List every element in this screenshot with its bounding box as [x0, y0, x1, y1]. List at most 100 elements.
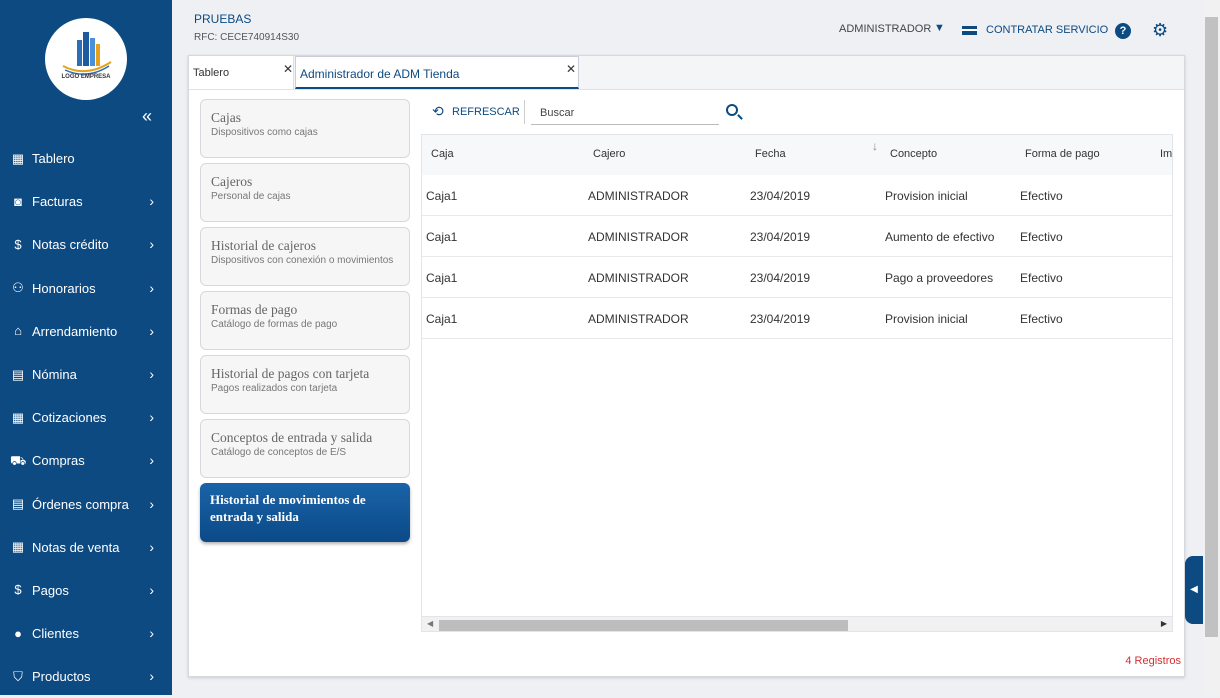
payroll-icon: ▤ — [11, 366, 25, 382]
table-row[interactable]: Caja1 ADMINISTRADOR 23/04/2019 Provision in… — [422, 175, 1172, 216]
chevron-right-icon: › — [149, 625, 154, 642]
sidebar-item-pagos[interactable]: $ Pagos › — [0, 569, 172, 612]
table-cell: ADMINISTRADOR — [588, 230, 689, 244]
refresh-button[interactable]: REFRESCAR — [452, 106, 520, 118]
menu-card[interactable]: Formas de pago Catálogo de formas de pago — [200, 291, 410, 350]
receipt-icon: ▦ — [11, 539, 25, 555]
table-cell: Caja1 — [426, 312, 458, 326]
menu-card[interactable]: Historial de movimientos de entrada y sa… — [200, 483, 410, 542]
sort-arrow-icon[interactable]: ↓ — [872, 139, 878, 153]
sidebar-item-notas-de-venta[interactable]: ▦ Notas de venta › — [0, 526, 172, 569]
menu-card-title: Conceptos de entrada y salida — [211, 430, 373, 445]
chevron-right-icon: › — [149, 365, 154, 382]
dashboard-icon: ▦ — [11, 150, 25, 166]
scroll-right-icon[interactable]: ▶ — [1161, 619, 1167, 628]
caret-down-icon[interactable]: ▼ — [934, 22, 945, 34]
collapse-sidebar-icon[interactable]: « — [142, 106, 152, 127]
horizontal-scrollbar[interactable]: ◀ ▶ — [422, 616, 1172, 631]
tab-bar: Tablero ✕ Administrador de ADM Tienda ✕ — [189, 56, 1184, 90]
menu-card-subtitle: Personal de cajas — [211, 191, 291, 202]
menu-card-title: Historial de cajeros — [211, 238, 316, 253]
column-header[interactable]: Im — [1160, 148, 1172, 160]
column-header[interactable]: Forma de pago — [1025, 148, 1100, 160]
table-cell: Aumento de efectivo — [885, 230, 995, 244]
sidebar: LOGO EMPRESA « ▦ Tablero ◙ Facturas › $ Notas … — [0, 0, 172, 695]
gear-icon[interactable]: ⚙ — [1152, 20, 1168, 41]
sidebar-item-arrendamiento[interactable]: ⌂ Arrendamiento › — [0, 310, 172, 353]
sidebar-item-label: Nómina — [32, 367, 77, 383]
sidebar-item-órdenes-compra[interactable]: ▤ Órdenes compra › — [0, 483, 172, 526]
table-cell: ADMINISTRADOR — [588, 271, 689, 285]
menu-card-subtitle: Catálogo de formas de pago — [211, 319, 338, 330]
menu-card[interactable]: Conceptos de entrada y salida Catálogo de… — [200, 419, 410, 478]
column-header[interactable]: Fecha — [755, 148, 786, 160]
record-count: 4 Registros — [1125, 655, 1181, 667]
main-panel: Tablero ✕ Administrador de ADM Tienda ✕ … — [188, 55, 1185, 677]
chevron-right-icon: › — [149, 538, 154, 555]
refresh-icon[interactable]: ⟲ — [432, 103, 444, 120]
menu-card-title: Cajas — [211, 110, 241, 125]
column-header[interactable]: Cajero — [593, 148, 625, 160]
sidebar-item-nómina[interactable]: ▤ Nómina › — [0, 353, 172, 396]
help-icon[interactable]: ? — [1115, 23, 1131, 39]
table-cell: Pago a proveedores — [885, 271, 994, 285]
credit-card-icon[interactable] — [962, 26, 977, 35]
logo-text: LOGO EMPRESA — [61, 74, 111, 80]
document-icon: ▤ — [11, 496, 25, 512]
tab-adm-tienda[interactable]: Administrador de ADM Tienda ✕ — [295, 56, 579, 89]
menu-card-title: Historial de pagos con tarjeta — [211, 366, 370, 381]
tab-tablero[interactable]: Tablero ✕ — [189, 56, 294, 89]
table-cell: ADMINISTRADOR — [588, 189, 689, 203]
table-row[interactable]: Caja1 ADMINISTRADOR 23/04/2019 Aumento de e… — [422, 216, 1172, 257]
sidebar-item-label: Honorarios — [32, 280, 96, 296]
chevron-right-icon: › — [149, 236, 154, 253]
sidebar-item-notas-crédito[interactable]: $ Notas crédito › — [0, 223, 172, 266]
side-panel-toggle[interactable]: ◀ — [1185, 556, 1203, 624]
sidebar-item-compras[interactable]: ⛟ Compras › — [0, 439, 172, 482]
table-cell: Provision inicial — [885, 312, 968, 326]
sidebar-item-label: Facturas — [32, 194, 83, 210]
sidebar-item-tablero[interactable]: ▦ Tablero — [0, 137, 172, 180]
scroll-thumb[interactable] — [1205, 17, 1218, 637]
table-cell: Caja1 — [426, 189, 458, 203]
contract-service-link[interactable]: CONTRATAR SERVICIO — [986, 24, 1108, 36]
credit-note-icon: $ — [14, 236, 22, 252]
menu-card[interactable]: Historial de cajeros Dispositivos con con… — [200, 227, 410, 286]
search-icon[interactable] — [726, 104, 738, 116]
user-menu[interactable]: ADMINISTRADOR — [839, 23, 931, 35]
sidebar-item-productos[interactable]: ⛉ Productos › — [0, 655, 172, 698]
menu-card[interactable]: Historial de pagos con tarjeta Pagos real… — [200, 355, 410, 414]
table-cell: 23/04/2019 — [750, 189, 811, 203]
close-icon[interactable]: ✕ — [566, 62, 576, 76]
table-cell: Caja1 — [426, 271, 458, 285]
sidebar-item-label: Compras — [32, 453, 85, 469]
sidebar-item-cotizaciones[interactable]: ▦ Cotizaciones › — [0, 396, 172, 439]
vertical-scrollbar[interactable] — [1203, 0, 1220, 695]
menu-card[interactable]: Cajas Dispositivos como cajas — [200, 99, 410, 158]
sidebar-nav: ▦ Tablero ◙ Facturas › $ Notas crédito › ⚇ Honora… — [0, 137, 172, 698]
column-header[interactable]: Caja — [431, 148, 454, 160]
table-cell: 23/04/2019 — [750, 312, 811, 326]
sidebar-item-facturas[interactable]: ◙ Facturas › — [0, 180, 172, 223]
scroll-thumb[interactable] — [439, 620, 848, 631]
cart-icon: ⛟ — [10, 452, 27, 468]
table-cell: Efectivo — [1020, 189, 1063, 203]
table-row[interactable]: Caja1 ADMINISTRADOR 23/04/2019 Provision in… — [422, 298, 1172, 339]
logo-graphic — [62, 32, 112, 75]
table-cell: ADMINISTRADOR — [588, 312, 689, 326]
sidebar-item-honorarios[interactable]: ⚇ Honorarios › — [0, 267, 172, 310]
menu-card-subtitle: Dispositivos como cajas — [211, 127, 318, 138]
movements-table: ↓ Caja Cajero Fecha Concepto Forma de pago Im… — [421, 134, 1173, 632]
menu-card[interactable]: Cajeros Personal de cajas — [200, 163, 410, 222]
table-row[interactable]: Caja1 ADMINISTRADOR 23/04/2019 Pago a prove… — [422, 257, 1172, 298]
company-logo[interactable]: LOGO EMPRESA — [45, 18, 127, 100]
scroll-left-icon[interactable]: ◀ — [427, 619, 433, 628]
column-header[interactable]: Concepto — [890, 148, 937, 160]
table-header: ↓ Caja Cajero Fecha Concepto Forma de pago Im — [422, 135, 1172, 175]
sidebar-item-clientes[interactable]: ● Clientes › — [0, 612, 172, 655]
sidebar-item-label: Productos — [32, 669, 91, 685]
menu-card-subtitle: Dispositivos con conexión o movimientos — [211, 255, 394, 266]
chevron-right-icon: › — [149, 495, 154, 512]
close-icon[interactable]: ✕ — [283, 62, 293, 76]
search-input[interactable] — [531, 101, 719, 125]
